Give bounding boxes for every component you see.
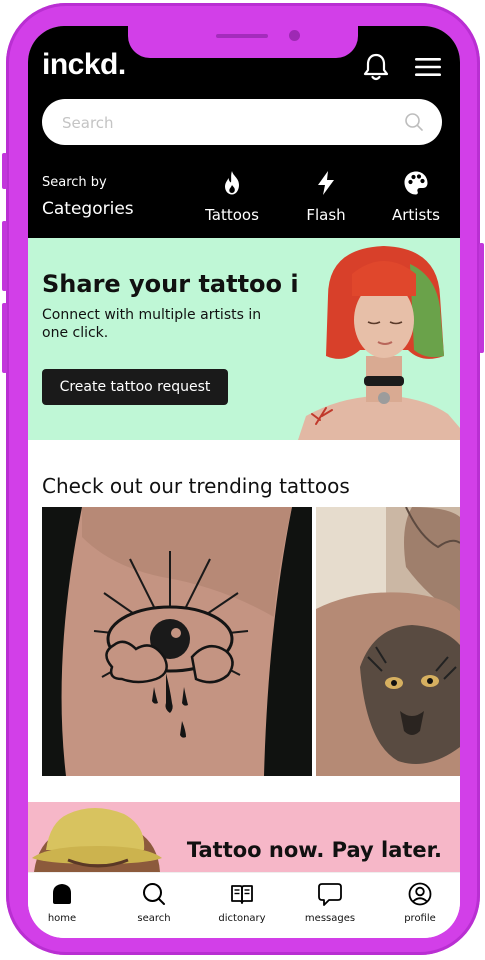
search-icon[interactable] (404, 112, 424, 136)
search-bar (42, 99, 442, 147)
categories-subtitle: Search by (42, 175, 107, 190)
message-icon (318, 883, 342, 906)
nav-home[interactable]: home (28, 881, 98, 924)
create-tattoo-request-button[interactable]: Create tattoo request (42, 369, 228, 405)
pay-later-person-image (32, 808, 162, 872)
palette-icon (404, 171, 428, 195)
flame-icon (225, 171, 239, 195)
book-icon (231, 885, 253, 904)
category-label: Artists (392, 206, 440, 224)
speaker (216, 34, 268, 38)
pay-later-banner[interactable]: Tattoo now. Pay later. (28, 802, 460, 872)
categories-title: Categories (42, 199, 134, 219)
promo-banner: Share your tattoo idea Connect with mult… (28, 238, 460, 440)
category-artists[interactable]: Artists (388, 170, 444, 224)
promo-body: Connect with multiple artists in one cli… (42, 307, 262, 341)
power-button (479, 243, 484, 353)
home-icon (53, 884, 71, 904)
mute-switch (2, 153, 7, 189)
trending-title: Check out our trending tattoos (42, 474, 350, 498)
category-label: Tattoos (205, 206, 259, 224)
trending-tattoo-card[interactable] (316, 507, 460, 776)
pay-later-text: Tattoo now. Pay later. (186, 838, 442, 862)
app-screen: inckd. Search by Categori (28, 26, 460, 938)
trending-tattoo-card[interactable] (42, 507, 312, 776)
bell-icon[interactable] (362, 52, 390, 86)
hamburger-menu-icon[interactable] (414, 56, 442, 82)
search-input[interactable] (60, 99, 384, 147)
nav-label: dictonary (218, 913, 266, 924)
search-icon (143, 883, 165, 905)
trending-tattoo-image (316, 507, 460, 776)
nav-search[interactable]: search (118, 881, 190, 924)
lightning-icon (318, 171, 334, 195)
profile-icon (408, 882, 432, 906)
category-label: Flash (306, 206, 346, 224)
volume-down-button (2, 303, 7, 373)
app-logo[interactable]: inckd. (42, 48, 126, 82)
nav-label: search (137, 913, 171, 924)
bottom-nav: home search dictonary messages profile (28, 872, 460, 938)
nav-label: profile (404, 913, 436, 924)
trending-tattoo-image (42, 507, 312, 776)
nav-profile[interactable]: profile (384, 881, 456, 924)
promo-portrait-image (298, 238, 460, 440)
nav-label: messages (304, 913, 356, 924)
category-flash[interactable]: Flash (300, 170, 352, 224)
front-camera (289, 30, 300, 41)
notch (128, 26, 358, 58)
nav-dictonary[interactable]: dictonary (206, 881, 278, 924)
nav-messages[interactable]: messages (294, 881, 366, 924)
volume-up-button (2, 221, 7, 291)
category-tattoos[interactable]: Tattoos (202, 170, 262, 224)
nav-label: home (47, 913, 77, 924)
